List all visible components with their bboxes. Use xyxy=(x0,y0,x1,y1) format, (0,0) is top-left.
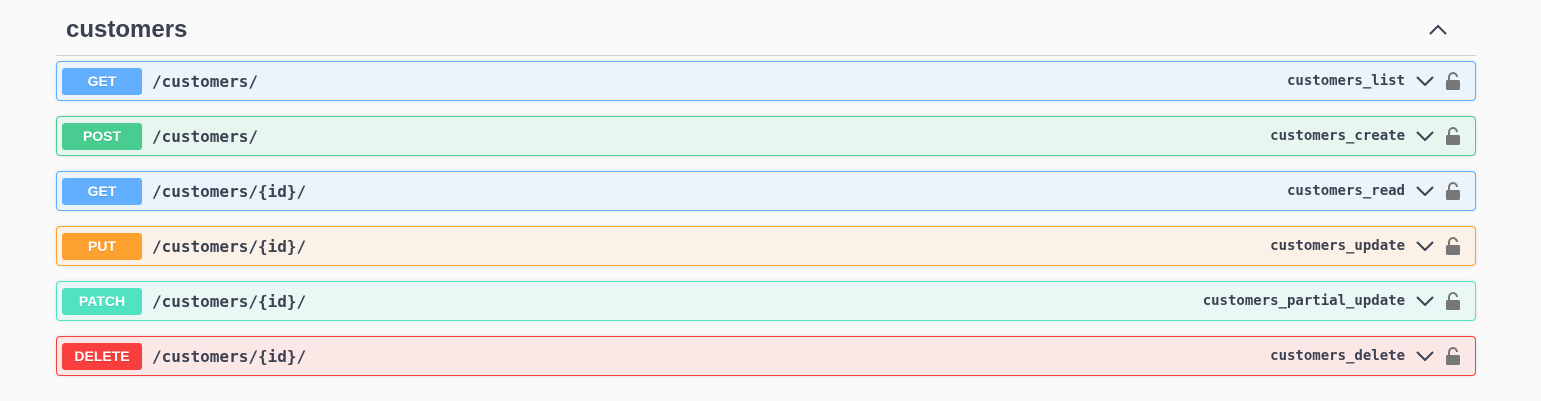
operation-path: /customers/ xyxy=(152,71,258,91)
operation-row[interactable]: GET /customers/{id}/ customers_read xyxy=(56,171,1476,211)
method-badge: GET xyxy=(62,67,142,95)
lock-icon[interactable] xyxy=(1445,291,1461,311)
operation-row[interactable]: PUT /customers/{id}/ customers_update xyxy=(56,226,1476,266)
method-badge: DELETE xyxy=(62,342,142,370)
lock-icon[interactable] xyxy=(1445,181,1461,201)
operation-id: customers_list xyxy=(1286,73,1405,89)
lock-icon[interactable] xyxy=(1445,236,1461,256)
chevron-down-icon[interactable] xyxy=(1415,236,1435,256)
chevron-down-icon[interactable] xyxy=(1415,126,1435,146)
operation-id: customers_create xyxy=(1270,128,1405,144)
operation-row[interactable]: DELETE /customers/{id}/ customers_delete xyxy=(56,336,1476,376)
chevron-up-icon[interactable] xyxy=(1426,18,1450,42)
operation-path: /customers/{id}/ xyxy=(152,291,307,311)
operation-id: customers_read xyxy=(1286,183,1405,199)
operation-path: /customers/{id}/ xyxy=(152,236,307,256)
tag-section-customers: customers GET /customers/ customers_list… xyxy=(56,0,1476,391)
operation-id: customers_update xyxy=(1270,238,1405,254)
operations-list: GET /customers/ customers_list POST /cus… xyxy=(56,56,1476,376)
method-badge: POST xyxy=(62,122,142,150)
operation-path: /customers/{id}/ xyxy=(152,346,307,366)
tag-section-header[interactable]: customers xyxy=(56,0,1476,56)
chevron-down-icon[interactable] xyxy=(1415,346,1435,366)
lock-icon[interactable] xyxy=(1445,126,1461,146)
tag-title[interactable]: customers xyxy=(66,16,187,44)
method-badge: GET xyxy=(62,177,142,205)
operation-row[interactable]: POST /customers/ customers_create xyxy=(56,116,1476,156)
operation-path: /customers/{id}/ xyxy=(152,181,307,201)
lock-icon[interactable] xyxy=(1445,71,1461,91)
operation-id: customers_delete xyxy=(1270,348,1405,364)
operation-row[interactable]: PATCH /customers/{id}/ customers_partial… xyxy=(56,281,1476,321)
operation-id: customers_partial_update xyxy=(1202,293,1405,309)
chevron-down-icon[interactable] xyxy=(1415,181,1435,201)
method-badge: PUT xyxy=(62,232,142,260)
chevron-down-icon[interactable] xyxy=(1415,71,1435,91)
operation-path: /customers/ xyxy=(152,126,258,146)
operation-row[interactable]: GET /customers/ customers_list xyxy=(56,61,1476,101)
method-badge: PATCH xyxy=(62,287,142,315)
chevron-down-icon[interactable] xyxy=(1415,291,1435,311)
lock-icon[interactable] xyxy=(1445,346,1461,366)
